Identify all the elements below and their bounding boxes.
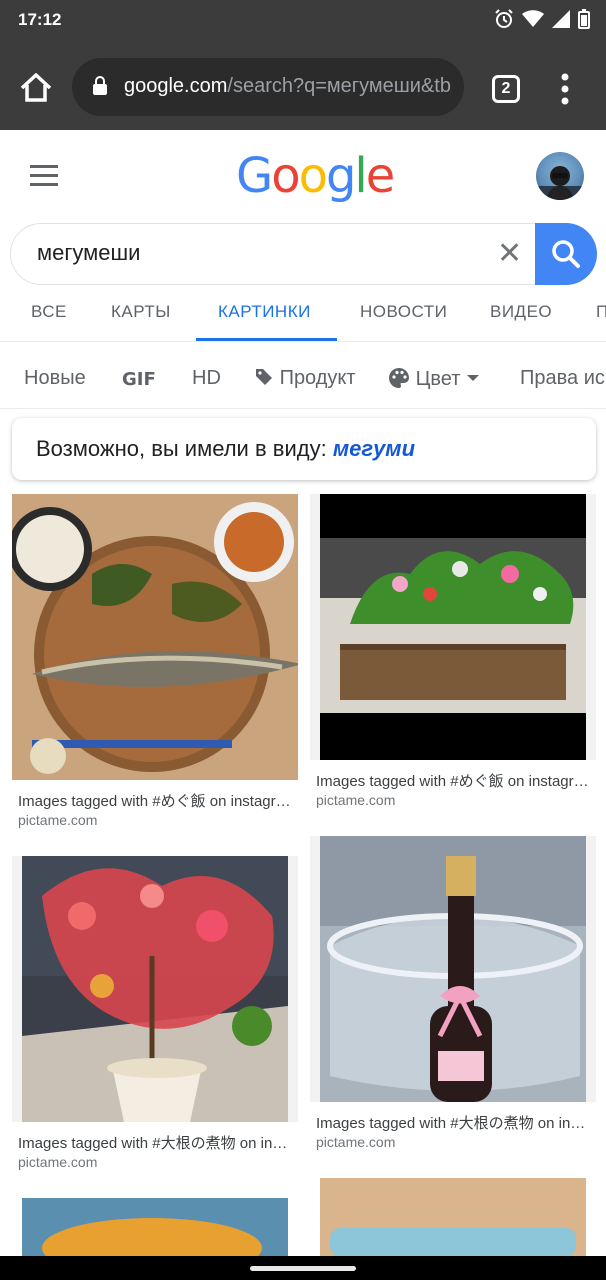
logo-letter: o	[271, 148, 300, 204]
status-time: 17:12	[18, 10, 62, 29]
lock-icon	[93, 76, 107, 95]
url-bar[interactable]: google.com/search?q=мегумеши&tb	[72, 58, 464, 116]
chip-gif[interactable]: GIF	[122, 369, 156, 390]
home-gesture-handle[interactable]	[250, 1266, 356, 1271]
battery-icon	[578, 9, 590, 29]
signal-icon	[552, 10, 570, 28]
wifi-icon	[522, 10, 544, 27]
search-icon	[552, 240, 580, 268]
chip-product-label: Продукт	[279, 367, 356, 389]
tab-more[interactable]: П	[596, 302, 606, 322]
alarm-icon	[495, 9, 513, 28]
url-path: /search?q=мегумеши&tb	[227, 75, 451, 97]
logo-letter: G	[236, 148, 273, 204]
image-result[interactable]: Images tagged with #大根の煮物 on instagram p…	[310, 836, 596, 1166]
tab-all[interactable]: ВСЕ	[31, 302, 67, 322]
url-text: google.com/search?q=мегумеши&tb	[124, 75, 454, 98]
avatar[interactable]	[536, 152, 584, 200]
result-source[interactable]: pictame.com	[316, 1134, 395, 1150]
image-result[interactable]: Images tagged with #めぐ飯 on instagram pic…	[310, 494, 596, 834]
logo-letter: e	[365, 148, 395, 204]
result-thumbnail[interactable]	[310, 494, 596, 760]
tab-news[interactable]: НОВОСТИ	[360, 302, 447, 322]
home-icon[interactable]	[18, 70, 54, 106]
chip-hd[interactable]: HD	[192, 367, 221, 390]
search-box: мегумеши ✕	[10, 223, 597, 285]
system-navigation-bar	[0, 1256, 606, 1280]
did-you-mean-text: Возможно, вы имели в виду: мегуми	[36, 436, 415, 462]
search-input[interactable]: мегумеши	[37, 240, 140, 266]
tag-icon	[256, 369, 272, 385]
more-menu-icon[interactable]	[556, 72, 574, 106]
status-bar: 17:12	[0, 0, 606, 40]
hamburger-menu-icon[interactable]	[30, 164, 60, 186]
chip-rights[interactable]: Права ис	[520, 367, 605, 390]
image-result[interactable]: Images tagged with #めぐ飯 on instagram pic…	[12, 494, 298, 834]
tab-maps[interactable]: КАРТЫ	[111, 302, 171, 322]
logo-letter: o	[298, 148, 328, 204]
image-result[interactable]: Images tagged with #大根の煮物 on instagram p…	[12, 856, 298, 1186]
search-type-tabs: ВСЕ КАРТЫ КАРТИНКИ НОВОСТИ ВИДЕО П	[0, 290, 606, 342]
caret-down-icon	[466, 375, 479, 381]
active-tab-indicator	[196, 338, 337, 341]
url-host: google.com	[124, 75, 228, 97]
maple-bonsai-image	[22, 856, 288, 1122]
google-logo[interactable]: Google	[236, 148, 395, 204]
image-result[interactable]	[310, 1178, 596, 1256]
result-thumbnail[interactable]	[12, 494, 298, 780]
result-thumbnail[interactable]	[310, 1178, 596, 1256]
result-source[interactable]: pictame.com	[18, 812, 97, 828]
search-button[interactable]	[535, 223, 597, 285]
result-thumbnail[interactable]	[12, 1198, 298, 1256]
tab-switcher-button[interactable]: 2	[492, 75, 520, 103]
result-thumbnail[interactable]	[12, 856, 298, 1122]
chip-color-label: Цвет	[415, 368, 461, 390]
logo-letter: g	[325, 148, 357, 204]
result-caption[interactable]: Images tagged with #めぐ飯 on instagram	[316, 770, 592, 791]
result-caption[interactable]: Images tagged with #大根の煮物 on instagram	[18, 1132, 294, 1153]
avatar-image	[536, 166, 584, 200]
did-you-mean-link[interactable]: мегуми	[333, 436, 415, 461]
image-result[interactable]	[12, 1198, 298, 1256]
result-thumbnail[interactable]	[310, 836, 596, 1102]
browser-toolbar: google.com/search?q=мегумеши&tb 2	[0, 40, 606, 130]
filter-chips: Новые GIF HD Продукт Цвет Права ис	[0, 345, 606, 409]
tab-images[interactable]: КАРТИНКИ	[218, 302, 311, 322]
result-source[interactable]: pictame.com	[18, 1154, 97, 1170]
status-icons	[494, 9, 590, 29]
google-header: Google	[0, 130, 606, 220]
logo-letter: l	[354, 148, 367, 204]
did-you-mean-prefix: Возможно, вы имели в виду:	[36, 436, 327, 461]
result-source[interactable]: pictame.com	[316, 792, 395, 808]
palette-icon	[389, 368, 409, 388]
result-caption[interactable]: Images tagged with #大根の煮物 on instagram	[316, 1112, 592, 1133]
champagne-bucket-image	[320, 836, 586, 1102]
tab-video[interactable]: ВИДЕО	[490, 302, 552, 322]
clear-icon[interactable]: ✕	[497, 239, 522, 269]
chip-color[interactable]: Цвет	[388, 367, 480, 391]
did-you-mean-card: Возможно, вы имели в виду: мегуми	[12, 418, 596, 480]
chip-new[interactable]: Новые	[24, 367, 86, 390]
grilled-fish-image	[12, 494, 298, 780]
flower-box-image	[320, 494, 586, 760]
result-caption[interactable]: Images tagged with #めぐ飯 on instagram	[18, 790, 294, 811]
chip-product[interactable]: Продукт	[254, 367, 356, 390]
